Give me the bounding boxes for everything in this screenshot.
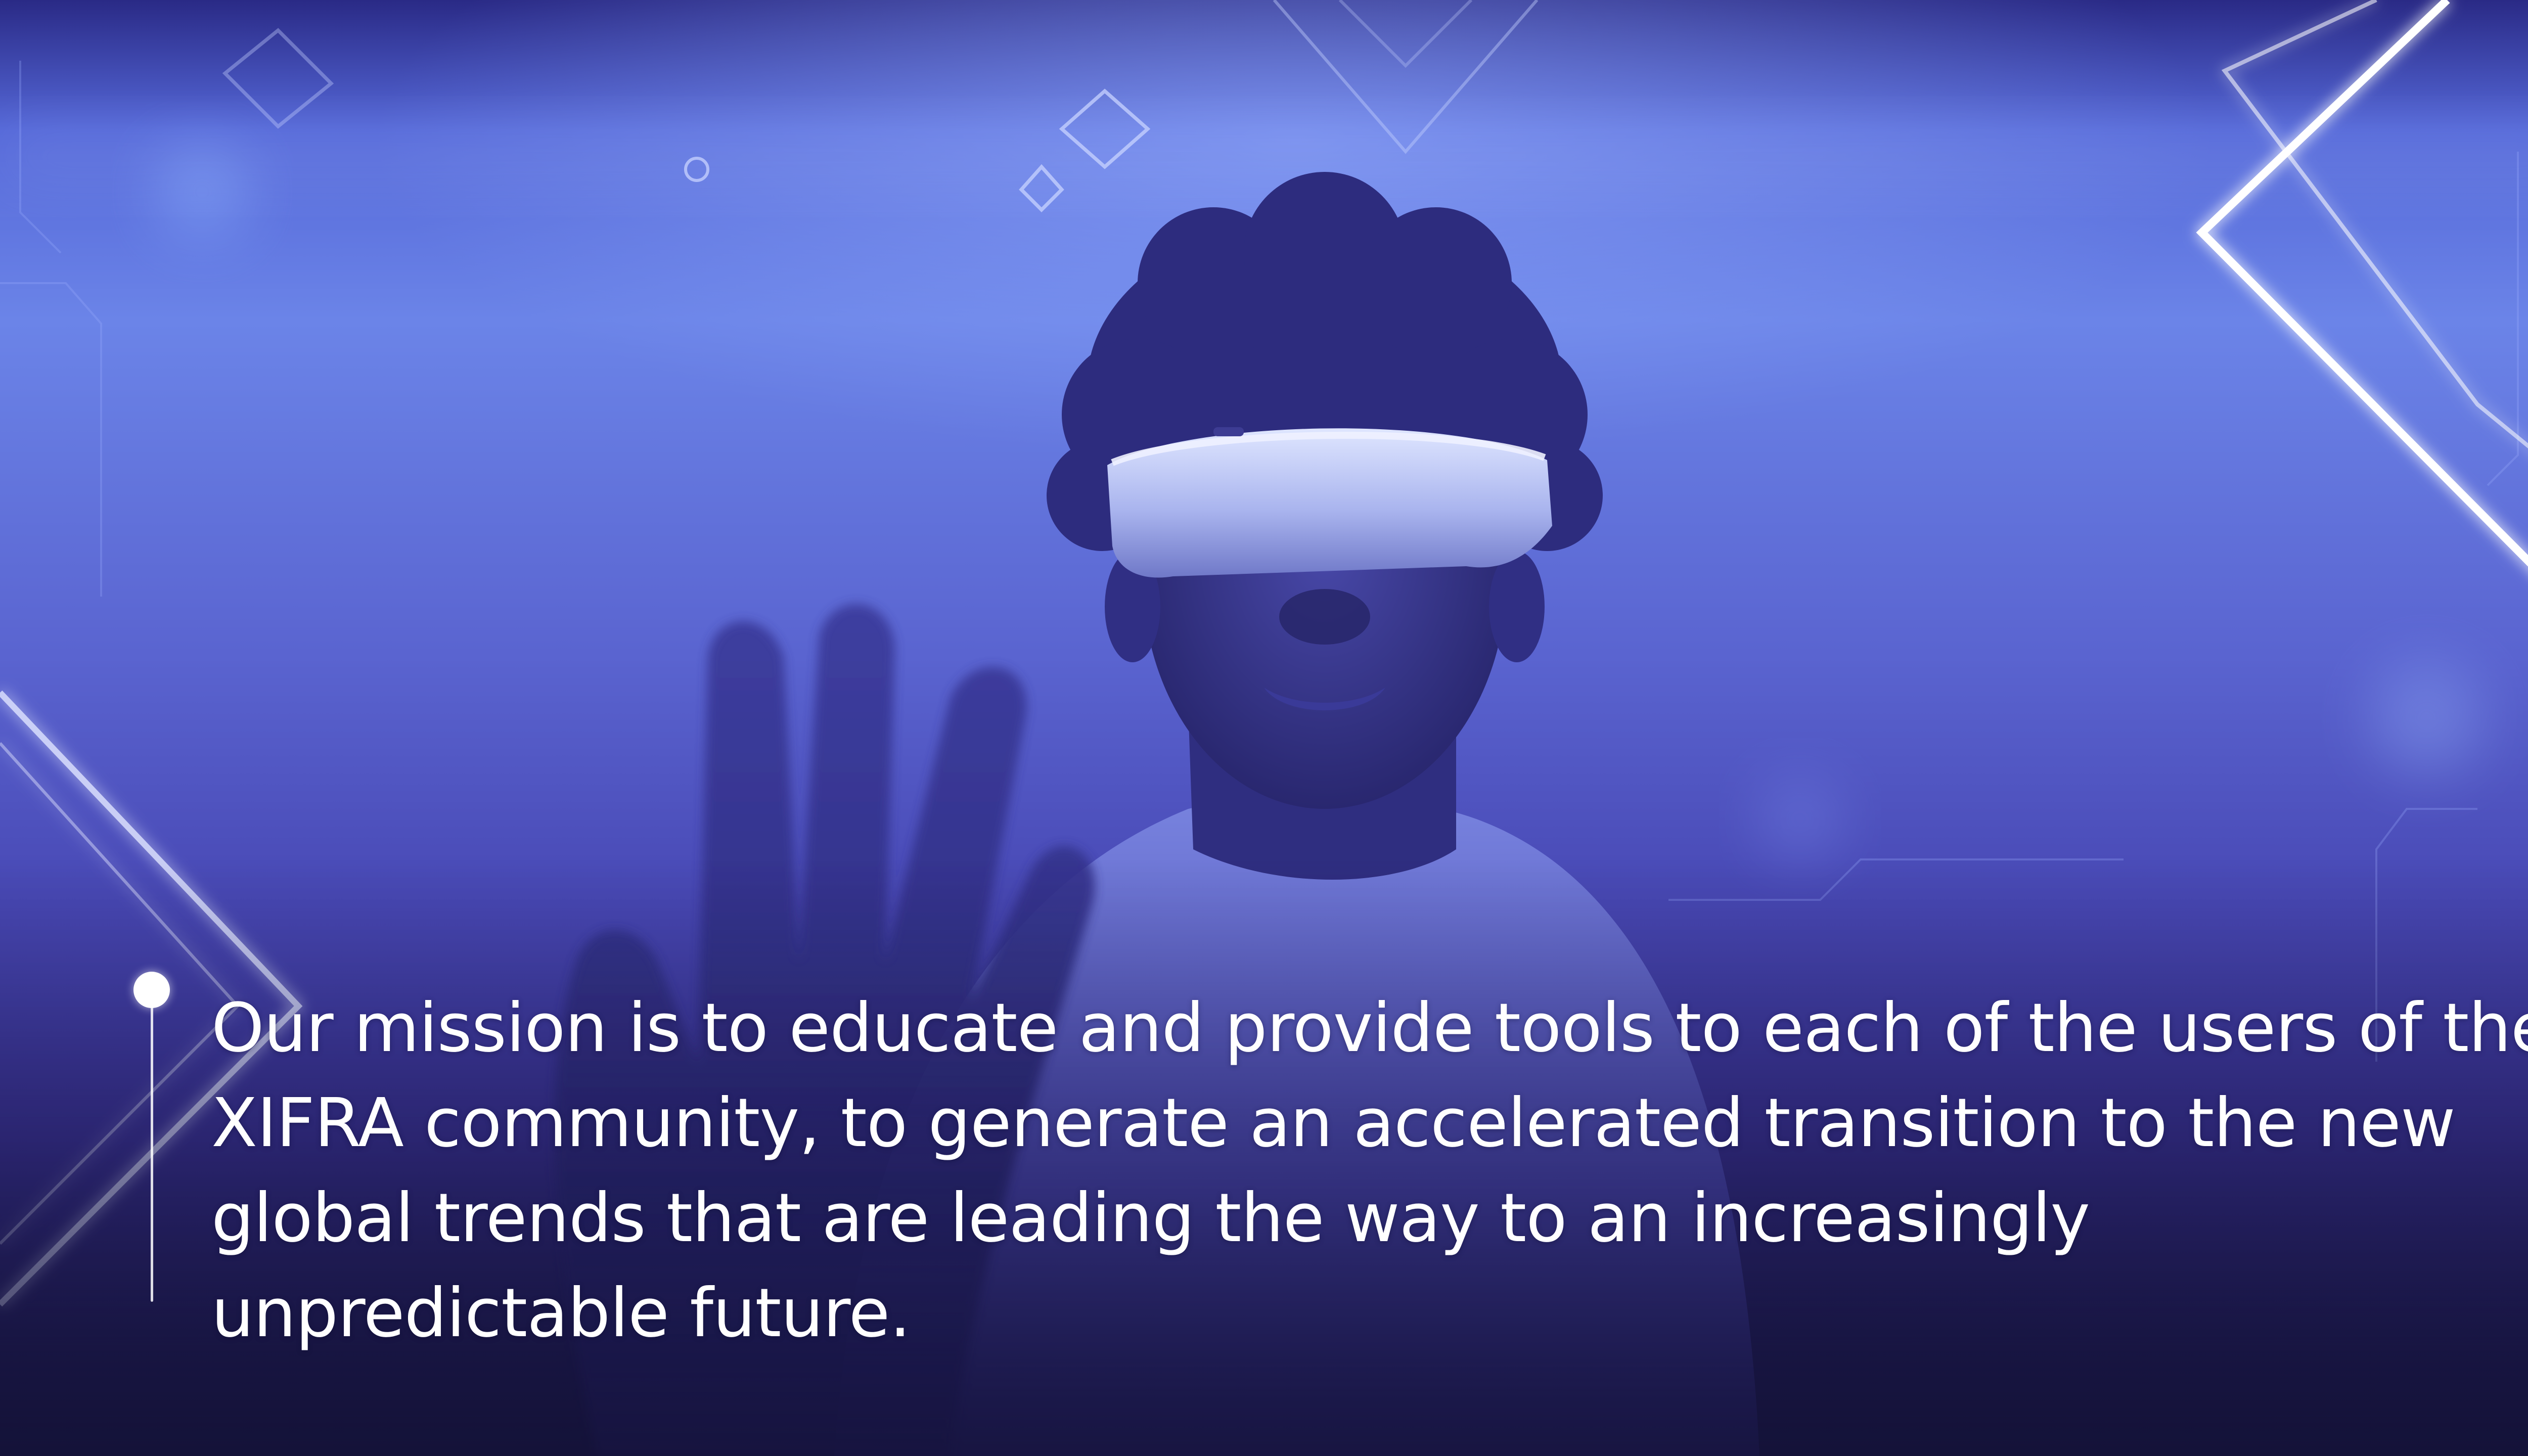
hero-background: Our mission is to educate and provide to… [0, 0, 2528, 1456]
light-band [0, 126, 2528, 187]
timeline-line [151, 991, 153, 1302]
neon-triangle-right [2196, 0, 2528, 567]
timeline-dot [133, 972, 170, 1008]
light-orb [1759, 779, 1840, 859]
light-orb [2371, 662, 2482, 774]
mission-statement: Our mission is to educate and provide to… [211, 989, 2528, 1352]
